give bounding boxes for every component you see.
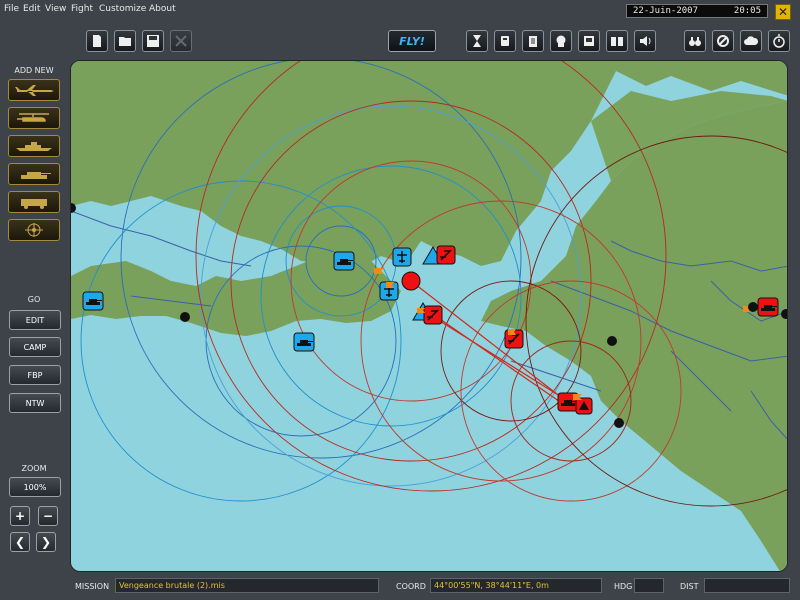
- mission-map[interactable]: [70, 60, 788, 572]
- red-airfield-unit[interactable]: [423, 305, 443, 325]
- pan-right-button[interactable]: ❯: [36, 532, 56, 552]
- fly-button[interactable]: FLY!: [388, 30, 436, 52]
- go-label: GO: [27, 295, 41, 304]
- clock-button[interactable]: [768, 30, 790, 52]
- speaker-icon: [640, 36, 651, 46]
- save-mission-button[interactable]: [142, 30, 164, 52]
- pilot-head-icon: [556, 35, 566, 47]
- briefing-button[interactable]: [522, 30, 544, 52]
- pan-left-button[interactable]: ❮: [10, 532, 30, 552]
- prohibited-icon: [717, 35, 729, 47]
- tank-icon: [21, 172, 51, 179]
- ship-icon: [16, 142, 52, 151]
- menu-bar: File Edit View Fight Customize About 22-…: [0, 0, 800, 22]
- add-vehicle-button[interactable]: [8, 191, 60, 213]
- time-text: 20:05: [733, 6, 761, 16]
- recon-button[interactable]: [684, 30, 706, 52]
- hourglass-icon: [473, 35, 481, 47]
- ntw-button[interactable]: NTW: [9, 393, 61, 413]
- fbp-button[interactable]: FBP: [9, 365, 61, 385]
- new-file-icon: [93, 35, 101, 47]
- add-tank-button[interactable]: [8, 163, 60, 185]
- save-disk-icon: [147, 35, 159, 47]
- minus-icon: −: [42, 509, 54, 523]
- blue-airfield-unit[interactable]: [392, 247, 412, 267]
- menu-file[interactable]: File: [4, 4, 19, 14]
- add-new-label: ADD NEW: [14, 66, 54, 75]
- red-airfield-unit[interactable]: [436, 245, 456, 265]
- zoom-level-display[interactable]: 100%: [9, 477, 61, 497]
- delete-icon: [175, 35, 187, 47]
- date-time-display: 22-Juin-2007 20:05: [626, 4, 768, 18]
- open-mission-button[interactable]: [114, 30, 136, 52]
- open-folder-icon: [119, 37, 131, 46]
- chevron-left-icon: ❮: [14, 535, 26, 549]
- weather-button[interactable]: [740, 30, 762, 52]
- cloud-icon: [744, 36, 758, 45]
- close-icon: ✕: [777, 5, 789, 19]
- red-sam-unit[interactable]: [575, 397, 593, 415]
- new-mission-button[interactable]: [86, 30, 108, 52]
- map-canvas[interactable]: [71, 61, 788, 572]
- close-button[interactable]: ✕: [775, 4, 791, 20]
- hdg-label: HDG: [614, 582, 633, 591]
- date-text: 22-Juin-2007: [633, 6, 699, 16]
- helicopter-icon: [17, 113, 49, 122]
- zoom-label: ZOOM: [21, 464, 47, 473]
- sound-button[interactable]: [634, 30, 656, 52]
- clipboard-icon: [529, 36, 537, 47]
- add-helicopter-button[interactable]: [8, 107, 60, 129]
- coord-field: 44°00'55"N, 38°44'11"E, 0m: [430, 578, 602, 593]
- menu-about[interactable]: About: [149, 4, 176, 14]
- menu-edit[interactable]: Edit: [23, 4, 40, 14]
- camp-button[interactable]: CAMP: [9, 337, 61, 357]
- book-icon: [611, 37, 623, 46]
- menu-customize[interactable]: Customize: [99, 4, 146, 14]
- target-icon: [25, 223, 43, 237]
- chevron-right-icon: ❯: [40, 535, 52, 549]
- conditions-icon: [501, 36, 509, 46]
- coord-label: COORD: [396, 582, 426, 591]
- vehicle-icon: [21, 199, 47, 209]
- menu-fight[interactable]: Fight: [71, 4, 93, 14]
- zoom-out-button[interactable]: −: [38, 506, 58, 526]
- hdg-field: [634, 578, 664, 593]
- dist-label: DIST: [680, 582, 699, 591]
- document-icon: [584, 36, 594, 46]
- menu-view[interactable]: View: [45, 4, 66, 14]
- description-button[interactable]: [578, 30, 600, 52]
- red-waypoint-marker[interactable]: [401, 271, 421, 291]
- blue-tank-unit[interactable]: [333, 251, 355, 271]
- dist-field: [704, 578, 790, 593]
- mission-label: MISSION: [75, 582, 110, 591]
- add-ship-button[interactable]: [8, 135, 60, 157]
- add-plane-button[interactable]: [8, 79, 60, 101]
- stopwatch-icon: [773, 34, 785, 48]
- binoculars-icon: [689, 37, 701, 46]
- zoom-in-button[interactable]: +: [10, 506, 30, 526]
- no-fly-button[interactable]: [712, 30, 734, 52]
- red-tank-unit[interactable]: [757, 297, 779, 317]
- add-target-button[interactable]: [8, 219, 60, 241]
- plane-icon: [15, 85, 54, 96]
- mission-name-field: Vengeance brutale (2).mis: [115, 578, 379, 593]
- blue-tank-unit[interactable]: [82, 291, 104, 311]
- delete-button[interactable]: [170, 30, 192, 52]
- blue-tank-unit[interactable]: [293, 332, 315, 352]
- library-button[interactable]: [606, 30, 628, 52]
- pilot-button[interactable]: [550, 30, 572, 52]
- plus-icon: +: [14, 509, 26, 523]
- edit-button[interactable]: EDIT: [9, 310, 61, 330]
- conditions-button[interactable]: [494, 30, 516, 52]
- time-button[interactable]: [466, 30, 488, 52]
